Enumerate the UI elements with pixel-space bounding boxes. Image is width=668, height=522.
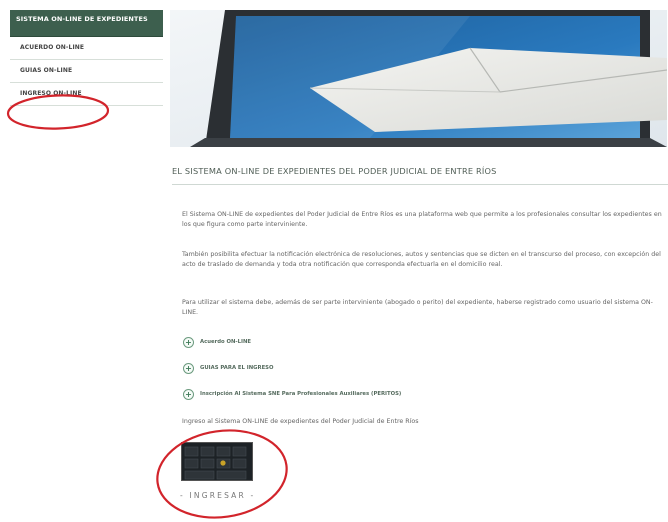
link-label[interactable]: Acuerdo ON-LINE: [200, 339, 251, 345]
plus-circle-icon: +: [183, 362, 194, 374]
link-label[interactable]: Inscripción Al Sistema SNE Para Profesio…: [200, 391, 401, 397]
sidebar-item-ingreso-online[interactable]: INGRESO ON-LINE: [10, 83, 163, 106]
title-divider: [172, 184, 668, 185]
sidebar-nav: SISTEMA ON-LINE DE EXPEDIENTES ACUERDO O…: [10, 10, 163, 106]
intro-paragraph: El Sistema ON-LINE de expedientes del Po…: [182, 211, 662, 228]
banner-image: [170, 10, 667, 147]
link-acuerdo-online[interactable]: + Acuerdo ON-LINE: [183, 336, 251, 348]
sidebar-header[interactable]: SISTEMA ON-LINE DE EXPEDIENTES: [10, 10, 163, 37]
ingresar-link[interactable]: - INGRESAR -: [180, 491, 270, 500]
sidebar-item-acuerdo-online[interactable]: ACUERDO ON-LINE: [10, 37, 163, 60]
plus-circle-icon: +: [183, 388, 194, 400]
requirements-paragraph: Para utilizar el sistema debe, además de…: [182, 299, 653, 316]
page-title: EL SISTEMA ON-LINE DE EXPEDIENTES DEL PO…: [172, 166, 497, 176]
link-label[interactable]: GUIAS PARA EL INGRESO: [200, 365, 274, 371]
plus-circle-icon: +: [183, 336, 194, 348]
laptop-envelope-illustration: [170, 10, 667, 147]
ingreso-description: Ingreso al Sistema ON-LINE de expediente…: [182, 418, 419, 425]
sidebar-item-guias-online[interactable]: GUIAS ON-LINE: [10, 60, 163, 83]
ingresar-keyboard-image[interactable]: [181, 442, 253, 481]
link-guias-ingreso[interactable]: + GUIAS PARA EL INGRESO: [183, 362, 274, 374]
keyboard-icon: [182, 443, 252, 480]
notification-paragraph: También posibilita efectuar la notificac…: [182, 251, 661, 268]
link-inscripcion-peritos[interactable]: + Inscripción Al Sistema SNE Para Profes…: [183, 388, 401, 400]
